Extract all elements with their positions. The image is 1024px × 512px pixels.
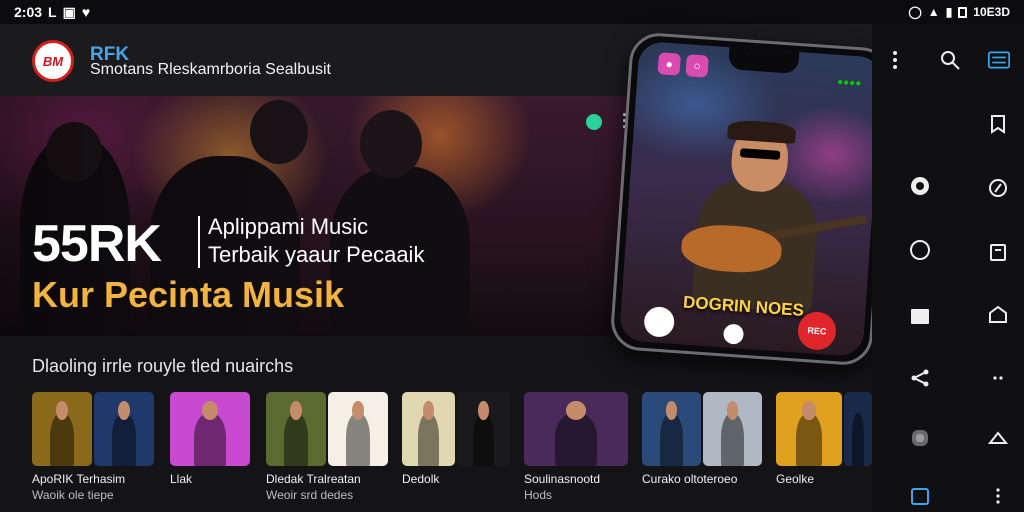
phone-notch	[728, 47, 800, 74]
album-figure-head	[802, 400, 816, 421]
hero-divider	[198, 216, 200, 268]
status-bar: 2:03 L ▣ ♥ ◯ ▲ ▮ 10E3D	[0, 0, 1024, 24]
album-figure-head	[423, 400, 434, 421]
album-figure	[472, 412, 495, 466]
hero-headline: Kur Pecinta Musik	[32, 274, 345, 315]
album-thumb	[703, 392, 762, 466]
phone-home-button[interactable]	[722, 323, 745, 345]
album-thumb	[266, 392, 326, 466]
brand-tagline: Smotans Rleskamrboria Sealbusit	[90, 61, 331, 78]
section-title: Dlaoling irrle rouyle tled nuairchs	[32, 356, 294, 376]
clipboard-icon[interactable]	[984, 238, 1012, 266]
album-rail: ApoRIK Terhasim Waoik ole tiepe Llak Dle…	[32, 392, 872, 512]
location-icon: ♥	[81, 4, 91, 20]
home-icon[interactable]	[984, 300, 1012, 328]
hero-stat: 55RK	[32, 215, 162, 273]
album-figure	[417, 412, 440, 466]
album-figure-head	[352, 400, 364, 421]
search-icon[interactable]	[936, 46, 964, 74]
folder-icon[interactable]	[904, 300, 936, 332]
circle-icon[interactable]	[904, 234, 936, 266]
album-figure	[659, 412, 684, 466]
edit-icon[interactable]	[904, 482, 936, 510]
album-thumb	[776, 392, 842, 466]
album-title: Curako oltoteroeo	[642, 472, 738, 486]
compass-icon[interactable]	[984, 174, 1012, 202]
home-icon[interactable]	[984, 422, 1012, 450]
album-figure-head	[202, 400, 218, 421]
signal-icon: ▮	[945, 5, 953, 19]
phone-mockup: ● ○ ●●●● DOGRIN NOES REC	[609, 31, 893, 367]
album-figure	[795, 412, 823, 466]
album-figure	[852, 412, 864, 466]
album-figure-head	[56, 400, 68, 421]
album-subtitle: Waoik ole tiepe	[32, 488, 114, 502]
share-icon[interactable]	[904, 362, 936, 394]
album-figure	[194, 412, 226, 466]
album-figure	[346, 412, 370, 466]
more-icon[interactable]	[884, 46, 906, 74]
album-title: Dedolk	[402, 472, 440, 486]
side-nav	[872, 24, 1024, 512]
album-title: Dledak Tralreatan	[266, 472, 361, 486]
album-thumb	[457, 392, 510, 466]
album-title: Geolke	[776, 472, 815, 486]
album-figure-head	[290, 400, 302, 421]
album-title: ApoRIK Terhasim	[32, 472, 126, 486]
status-right-text: 10E3D	[973, 5, 1010, 19]
hero-subtitle-line2: Terbaik yaaur Pecaaik	[208, 242, 425, 267]
album-subtitle: Hods	[524, 488, 553, 502]
phone-screen: ● ○ ●●●● DOGRIN NOES REC	[618, 40, 884, 358]
menu-icon[interactable]	[984, 46, 1014, 74]
wifi-icon: ▲	[927, 5, 940, 19]
album-thumb	[94, 392, 154, 466]
album-thumb	[844, 392, 872, 466]
hero-subtitle-line1: Aplippami Music	[208, 214, 369, 239]
alarm-icon: ◯	[908, 5, 922, 19]
album-figure	[720, 412, 745, 466]
phone-signal-icon: ●●●●	[836, 76, 862, 90]
album-title: Soulinasnootd	[524, 472, 601, 486]
live-indicator-icon	[586, 114, 602, 130]
album-title: Llak	[170, 472, 193, 486]
album-thumb	[170, 392, 250, 466]
album-figure	[284, 412, 308, 466]
album-figure	[112, 412, 136, 466]
app-logo[interactable]: BM	[32, 40, 74, 82]
album-figure-head	[478, 400, 489, 421]
more-icon[interactable]	[984, 482, 1012, 510]
dots-icon[interactable]	[984, 364, 1012, 392]
album-figure-head	[118, 400, 130, 421]
phone-app-icon[interactable]: ●	[657, 52, 681, 76]
settings-icon[interactable]	[904, 422, 936, 454]
hero-banner[interactable]: 55RK Aplippami Music Terbaik yaaur Pecaa…	[0, 96, 648, 336]
album-thumb	[32, 392, 92, 466]
album-thumb	[402, 392, 455, 466]
album-figure	[50, 412, 74, 466]
bookmark-icon[interactable]	[984, 110, 1012, 138]
album-thumb	[524, 392, 628, 466]
album-thumb	[328, 392, 388, 466]
phone-app-icon[interactable]: ○	[685, 54, 709, 78]
gallery-icon: ▣	[62, 3, 76, 20]
chat-icon[interactable]	[904, 170, 936, 202]
status-time: 2:03	[14, 4, 43, 20]
battery-icon	[958, 6, 968, 18]
album-subtitle: Weoir srd dedes	[266, 488, 354, 502]
album-thumb	[642, 392, 701, 466]
notification-icon: L	[48, 4, 57, 20]
album-figure	[555, 412, 597, 466]
